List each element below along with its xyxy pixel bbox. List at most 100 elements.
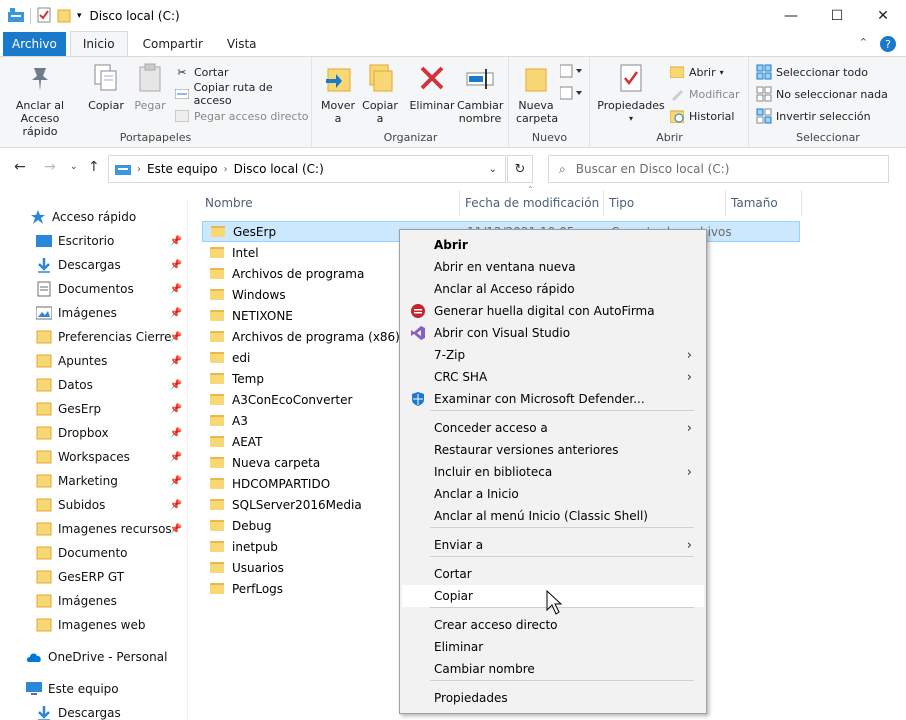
nav-item[interactable]: Imagenes web [0, 614, 188, 636]
nav-item[interactable]: Descargas [0, 702, 188, 720]
mover-a-button[interactable]: Mover a [319, 61, 357, 125]
context-menu-item[interactable]: Anclar al menú Inicio (Classic Shell) [402, 505, 704, 527]
recent-locations-icon[interactable]: ⌄ [70, 162, 78, 172]
breadcrumb-disco-local[interactable]: Disco local (C:) [234, 162, 324, 176]
minimize-button[interactable]: — [768, 0, 814, 32]
pin-icon[interactable]: 📌 [170, 236, 182, 247]
context-menu-item[interactable]: 7-Zip › [402, 344, 704, 366]
context-menu-item[interactable]: Restaurar versiones anteriores [402, 439, 704, 461]
context-menu-item[interactable]: Anclar a Inicio [402, 483, 704, 505]
refresh-button[interactable]: ↻ [507, 155, 533, 183]
pin-icon[interactable]: 📌 [170, 452, 182, 463]
maximize-button[interactable]: ☐ [814, 0, 860, 32]
address-dropdown-icon[interactable]: ⌄ [489, 164, 497, 175]
pin-icon[interactable]: 📌 [170, 332, 182, 343]
nav-item[interactable]: Este equipo [0, 678, 188, 700]
pin-icon[interactable]: 📌 [170, 428, 182, 439]
nav-item-label: Descargas [58, 258, 121, 272]
tab-inicio[interactable]: Inicio [69, 31, 128, 56]
refresh-icon: ↻ [514, 161, 526, 177]
invert-selection-icon [756, 108, 772, 124]
nav-item[interactable]: Documento [0, 542, 188, 564]
copiar-ruta-button[interactable]: Copiar ruta de acceso [174, 81, 311, 107]
nav-item[interactable]: Preferencias Cierre 📌 [0, 326, 188, 348]
customize-qa-icon[interactable]: ▾ [77, 11, 82, 21]
new-folder-quick-icon[interactable] [57, 7, 71, 26]
pin-icon[interactable]: 📌 [170, 380, 182, 391]
pin-icon[interactable]: 📌 [170, 356, 182, 367]
column-header-tamano[interactable]: Tamaño [726, 190, 802, 216]
nav-item[interactable]: Descargas 📌 [0, 254, 188, 276]
context-menu-item[interactable]: Abrir en ventana nueva [402, 256, 704, 278]
easy-access-icon[interactable] [559, 85, 582, 104]
nav-item[interactable]: Imagenes recursos 📌 [0, 518, 188, 540]
nav-item[interactable]: Acceso rápido [0, 206, 188, 228]
nueva-carpeta-button[interactable]: Nueva carpeta [516, 61, 558, 125]
abrir-button[interactable]: Abrir ▾ [669, 62, 724, 82]
copiar-a-button[interactable]: Copiar a [361, 61, 399, 125]
tab-vista[interactable]: Vista [215, 32, 269, 56]
expand-ribbon-icon[interactable]: ⌃ [859, 36, 868, 52]
up-arrow-icon[interactable]: ↑ [88, 159, 100, 175]
properties-quick-icon[interactable] [37, 7, 51, 26]
search-box[interactable]: ⌕ Buscar en Disco local (C:) [548, 155, 889, 183]
context-menu-item[interactable]: CRC SHA › [402, 366, 704, 388]
forward-arrow-icon[interactable]: → [44, 159, 56, 175]
column-header-nombre[interactable]: Nombre [200, 190, 460, 216]
pin-icon[interactable]: 📌 [170, 284, 182, 295]
context-menu-item[interactable]: Incluir en biblioteca › [402, 461, 704, 483]
pin-icon[interactable]: 📌 [170, 260, 182, 271]
propiedades-button[interactable]: Propiedades ▾ [597, 61, 665, 125]
nav-item[interactable]: Subidos 📌 [0, 494, 188, 516]
pin-icon[interactable]: 📌 [170, 524, 182, 535]
context-menu-item[interactable]: Cambiar nombre [402, 658, 704, 680]
modificar-button[interactable]: Modificar [669, 84, 740, 104]
pin-icon[interactable]: 📌 [170, 308, 182, 319]
nav-item[interactable]: GesErp 📌 [0, 398, 188, 420]
close-button[interactable]: ✕ [860, 0, 906, 32]
tab-archivo[interactable]: Archivo [3, 32, 66, 56]
nav-item[interactable]: Dropbox 📌 [0, 422, 188, 444]
no-seleccionar-button[interactable]: No seleccionar nada [756, 84, 888, 104]
nav-item[interactable]: Escritorio 📌 [0, 230, 188, 252]
context-menu-item[interactable]: Cortar [402, 563, 704, 585]
nav-item[interactable]: GesERP GT [0, 566, 188, 588]
context-menu-item[interactable]: Eliminar [402, 636, 704, 658]
nav-item[interactable]: Workspaces 📌 [0, 446, 188, 468]
pegar-button[interactable]: Pegar [130, 61, 170, 112]
nav-item[interactable]: Marketing 📌 [0, 470, 188, 492]
cortar-button[interactable]: ✂ Cortar [174, 62, 228, 82]
nav-item[interactable]: Datos 📌 [0, 374, 188, 396]
seleccionar-todo-button[interactable]: Seleccionar todo [756, 62, 868, 82]
breadcrumb-este-equipo[interactable]: Este equipo [147, 162, 218, 176]
context-menu-item[interactable]: Abrir [402, 234, 704, 256]
copiar-button[interactable]: Copiar [86, 61, 126, 112]
nav-item[interactable]: Imágenes [0, 590, 188, 612]
pin-icon[interactable]: 📌 [170, 500, 182, 511]
nav-item[interactable]: Documentos 📌 [0, 278, 188, 300]
pegar-acceso-directo-button[interactable]: Pegar acceso directo [174, 106, 309, 126]
anclar-acceso-rapido-button[interactable]: Anclar al Acceso rápido [8, 61, 72, 138]
eliminar-button[interactable]: Eliminar [409, 61, 455, 112]
cambiar-nombre-button[interactable]: Cambiar nombre [457, 61, 503, 125]
help-icon[interactable]: ? [880, 36, 896, 52]
context-menu-item[interactable]: Abrir con Visual Studio [402, 322, 704, 344]
nav-item[interactable]: Imágenes 📌 [0, 302, 188, 324]
pin-icon[interactable]: 📌 [170, 404, 182, 415]
context-menu-item[interactable]: Examinar con Microsoft Defender... [402, 388, 704, 410]
context-menu-item[interactable]: Conceder acceso a › [402, 417, 704, 439]
address-bar[interactable]: › Este equipo › Disco local (C:) ⌄ [108, 155, 506, 183]
nav-item[interactable]: OneDrive - Personal [0, 646, 188, 668]
context-menu-item[interactable]: Propiedades [402, 687, 704, 709]
historial-button[interactable]: Historial [669, 106, 734, 126]
context-menu-item[interactable]: Anclar al Acceso rápido [402, 278, 704, 300]
invertir-seleccion-button[interactable]: Invertir selección [756, 106, 871, 126]
nav-item[interactable]: Apuntes 📌 [0, 350, 188, 372]
pin-icon[interactable]: 📌 [170, 476, 182, 487]
back-arrow-icon[interactable]: ← [14, 159, 26, 175]
context-menu-item[interactable]: Generar huella digital con AutoFirma [402, 300, 704, 322]
tab-compartir[interactable]: Compartir [131, 32, 215, 56]
new-item-icon[interactable] [559, 63, 582, 82]
context-menu-item[interactable]: Enviar a › [402, 534, 704, 556]
column-header-tipo[interactable]: Tipo [604, 190, 726, 216]
